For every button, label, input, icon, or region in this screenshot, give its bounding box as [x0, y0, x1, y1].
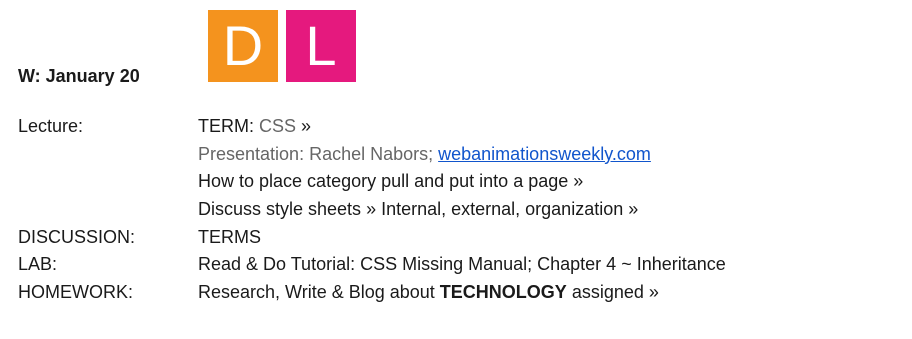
discuss-style-sheets-link[interactable]: Discuss style sheets — [198, 199, 361, 219]
stylesheets-suffix: » — [623, 199, 639, 220]
homework-label: HOMEWORK: — [18, 281, 133, 302]
lecture-row: Lecture: TERM: CSS » — [18, 113, 726, 141]
homework-row: HOMEWORK: Research, Write & Blog about T… — [18, 279, 726, 307]
internal-external-link[interactable]: Internal, external, organization — [381, 199, 623, 219]
date-heading: W: January 20 — [18, 66, 140, 86]
discussion-value: TERMS — [198, 226, 261, 247]
category-suffix: » — [568, 171, 584, 192]
logo-l-tile: L — [286, 10, 356, 82]
term-suffix: » — [296, 116, 312, 137]
category-row: How to place category pull and put into … — [18, 168, 726, 196]
term-prefix: TERM: — [198, 116, 259, 137]
presentation-row: Presentation: Rachel Nabors; webanimatio… — [18, 141, 726, 169]
logo-d-tile: D — [208, 10, 278, 82]
discussion-label: DISCUSSION: — [18, 226, 136, 247]
homework-technology: TECHNOLOGY — [439, 281, 567, 302]
lecture-label: Lecture: — [18, 116, 84, 137]
term-css-link[interactable]: CSS — [259, 116, 296, 136]
lab-value: Read & Do Tutorial: CSS Missing Manual; … — [198, 254, 726, 275]
homework-prefix: Research, Write & Blog about — [198, 281, 440, 302]
homework-assigned-link[interactable]: assigned — [567, 282, 644, 302]
schedule-list: Lecture: TERM: CSS » Presentation: Rache… — [18, 113, 726, 306]
stylesheets-row: Discuss style sheets » Internal, externa… — [18, 196, 726, 224]
webanimationsweekly-link[interactable]: webanimationsweekly.com — [438, 144, 651, 164]
homework-suffix: » — [643, 281, 659, 302]
lab-row: LAB: Read & Do Tutorial: CSS Missing Man… — [18, 251, 726, 279]
lab-label: LAB: — [18, 254, 58, 275]
stylesheets-separator: » — [361, 199, 382, 220]
discussion-row: DISCUSSION: TERMS — [18, 223, 726, 251]
category-pull-link[interactable]: How to place category pull and put into … — [198, 171, 568, 191]
presentation-text: Presentation: Rachel Nabors; — [198, 143, 439, 164]
